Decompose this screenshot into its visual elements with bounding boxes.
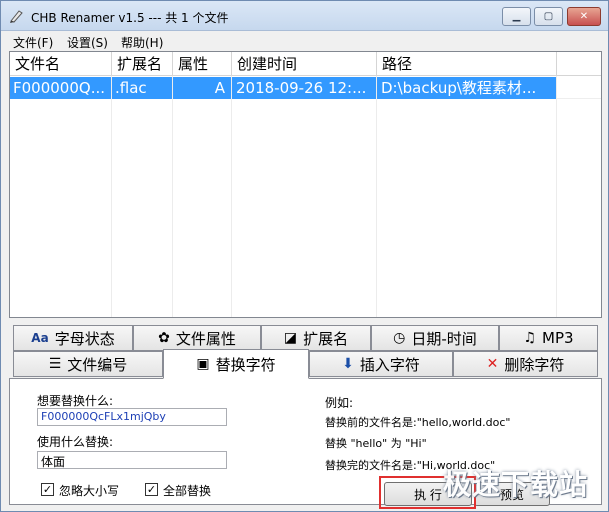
example-title: 例如: xyxy=(325,396,354,410)
title-bar[interactable]: CHB Renamer v1.5 --- 共 1 个文件 ▁ ▢ ✕ xyxy=(1,1,608,31)
minimize-button[interactable]: ▁ xyxy=(502,7,531,26)
tab-delete-chars[interactable]: ✕ 删除字符 xyxy=(453,351,598,377)
replace-all-label[interactable]: 全部替换 xyxy=(163,482,211,499)
close-button[interactable]: ✕ xyxy=(567,7,601,26)
maximize-icon: ▢ xyxy=(543,11,554,22)
tab-strip: Aa 字母状态 ✿ 文件属性 ◪ 扩展名 ◷ 日期-时间 ♫ MP3 ☰ 文件编… xyxy=(9,321,602,379)
tab-date-time[interactable]: ◷ 日期-时间 xyxy=(371,325,499,351)
column-header-created[interactable]: 创建时间 xyxy=(232,52,377,76)
menu-settings[interactable]: 设置(S) xyxy=(67,34,108,51)
replace-icon: ▣ xyxy=(196,356,210,372)
cell-filename: F000000Q... xyxy=(10,77,112,99)
table-row[interactable]: F000000Q... .flac A 2018-09-26 12:... D:… xyxy=(10,77,601,99)
cell-path: D:\backup\教程素材... xyxy=(377,77,557,99)
delete-icon: ✕ xyxy=(486,356,499,372)
grid-divider xyxy=(376,76,377,317)
extension-icon: ◪ xyxy=(283,330,298,346)
music-icon: ♫ xyxy=(523,330,537,346)
replace-all-checkbox[interactable]: ✓ xyxy=(145,483,158,496)
close-icon: ✕ xyxy=(579,11,589,22)
file-list[interactable]: 文件名 扩展名 属性 创建时间 路径 F000000Q... .flac A 2… xyxy=(9,51,602,318)
tab-extension[interactable]: ◪ 扩展名 xyxy=(261,325,371,351)
checkmark-icon: ✓ xyxy=(42,483,53,496)
tab-label: MP3 xyxy=(542,329,574,347)
list-header: 文件名 扩展名 属性 创建时间 路径 xyxy=(10,52,601,76)
watermark: 极速下载站 xyxy=(442,468,588,501)
find-input[interactable]: F000000QcFLx1mjQby xyxy=(37,408,227,426)
column-header-path[interactable]: 路径 xyxy=(377,52,557,76)
letter-case-icon: Aa xyxy=(31,331,49,345)
tab-label: 字母状态 xyxy=(54,329,115,348)
example-before: 替换前的文件名是:"hello,world.doc" xyxy=(325,416,511,429)
grid-divider xyxy=(111,76,112,317)
minimize-icon: ▁ xyxy=(512,11,521,22)
tab-insert-chars[interactable]: ⬇ 插入字符 xyxy=(309,351,453,377)
tab-label: 删除字符 xyxy=(504,355,565,374)
list-icon: ☰ xyxy=(48,356,62,372)
column-header-filename[interactable]: 文件名 xyxy=(10,52,112,76)
cell-extension: .flac xyxy=(112,77,173,99)
tab-mp3[interactable]: ♫ MP3 xyxy=(499,325,598,351)
find-label: 想要替换什么: xyxy=(37,394,114,408)
grid-divider xyxy=(231,76,232,317)
maximize-button[interactable]: ▢ xyxy=(534,7,563,26)
cell-attribute: A xyxy=(173,77,232,99)
replace-with-label: 使用什么替换: xyxy=(37,435,114,449)
insert-icon: ⬇ xyxy=(342,356,354,372)
menu-file[interactable]: 文件(F) xyxy=(13,34,53,51)
tab-label: 文件属性 xyxy=(175,329,236,348)
ignore-case-checkbox[interactable]: ✓ xyxy=(41,483,54,496)
grid-divider xyxy=(172,76,173,317)
cell-created: 2018-09-26 12:... xyxy=(232,77,377,99)
tab-replace-chars[interactable]: ▣ 替换字符 xyxy=(163,349,309,379)
tab-label: 日期-时间 xyxy=(411,329,477,348)
tab-label: 扩展名 xyxy=(303,329,349,348)
tab-file-attributes[interactable]: ✿ 文件属性 xyxy=(133,325,261,351)
checkmark-icon: ✓ xyxy=(146,483,157,496)
tab-label: 替换字符 xyxy=(215,355,276,374)
tab-file-numbering[interactable]: ☰ 文件编号 xyxy=(13,351,163,377)
ignore-case-label[interactable]: 忽略大小写 xyxy=(59,482,119,499)
replace-with-input[interactable]: 体面 xyxy=(37,451,227,469)
attributes-icon: ✿ xyxy=(158,330,170,346)
example-rule: 替换 "hello" 为 "Hi" xyxy=(325,437,427,450)
window-title: CHB Renamer v1.5 --- 共 1 个文件 xyxy=(31,11,229,25)
tab-label: 文件编号 xyxy=(67,355,128,374)
grid-divider xyxy=(556,76,557,317)
clock-icon: ◷ xyxy=(393,330,406,346)
app-window: CHB Renamer v1.5 --- 共 1 个文件 ▁ ▢ ✕ 文件(F)… xyxy=(0,0,609,512)
menu-bar: 文件(F) 设置(S) 帮助(H) xyxy=(1,31,608,51)
app-icon xyxy=(10,10,23,23)
menu-help[interactable]: 帮助(H) xyxy=(121,34,163,51)
column-header-extension[interactable]: 扩展名 xyxy=(112,52,173,76)
column-header-attribute[interactable]: 属性 xyxy=(173,52,232,76)
tab-label: 插入字符 xyxy=(359,355,420,374)
tab-letter-case[interactable]: Aa 字母状态 xyxy=(13,325,133,351)
